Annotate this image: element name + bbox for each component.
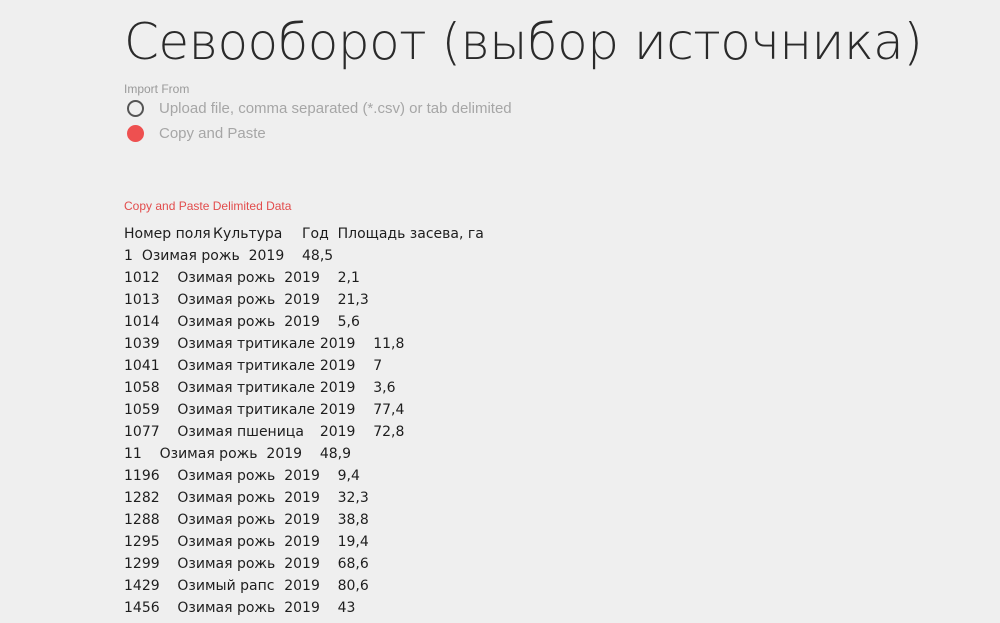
radio-option-copy-paste[interactable]: Copy and Paste xyxy=(127,125,266,142)
paste-data-line: 1295 Озимая рожь 2019 19,4 xyxy=(124,534,369,550)
paste-data-label: Copy and Paste Delimited Data xyxy=(124,199,292,213)
paste-data-line: 1429 Озимый рапс 2019 80,6 xyxy=(124,578,369,594)
radio-unchecked-icon[interactable] xyxy=(127,100,144,117)
radio-option-label: Copy and Paste xyxy=(159,125,266,142)
paste-data-line: 1013 Озимая рожь 2019 21,3 xyxy=(124,292,369,308)
paste-data-line: 1041 Озимая тритикале 2019 7 xyxy=(124,358,383,374)
paste-data-line: 1282 Озимая рожь 2019 32,3 xyxy=(124,490,369,506)
radio-option-label: Upload file, comma separated (*.csv) or … xyxy=(159,100,512,117)
paste-data-line: Номер поля Культура Год Площадь засева, … xyxy=(124,226,484,242)
paste-data-line: 1012 Озимая рожь 2019 2,1 xyxy=(124,270,360,286)
paste-data-line: 1196 Озимая рожь 2019 9,4 xyxy=(124,468,360,484)
import-from-label: Import From xyxy=(124,82,190,96)
paste-data-line: 1039 Озимая тритикале 2019 11,8 xyxy=(124,336,405,352)
paste-data-line: 1288 Озимая рожь 2019 38,8 xyxy=(124,512,369,528)
paste-data-line: 1014 Озимая рожь 2019 5,6 xyxy=(124,314,360,330)
paste-data-line: 1058 Озимая тритикале 2019 3,6 xyxy=(124,380,396,396)
paste-data-line: 1 Озимая рожь 2019 48,5 xyxy=(124,248,334,264)
radio-option-upload-file[interactable]: Upload file, comma separated (*.csv) or … xyxy=(127,100,512,117)
paste-data-line: 11 Озимая рожь 2019 48,9 xyxy=(124,446,351,462)
paste-data-line: 1077 Озимая пшеница 2019 72,8 xyxy=(124,424,405,440)
radio-checked-icon[interactable] xyxy=(127,125,144,142)
paste-data-line: 1299 Озимая рожь 2019 68,6 xyxy=(124,556,369,572)
paste-data-textarea[interactable]: Номер поля Культура Год Площадь засева, … xyxy=(124,223,974,623)
paste-data-line: 1059 Озимая тритикале 2019 77,4 xyxy=(124,402,405,418)
page: Севооборот (выбор источника) Import From… xyxy=(0,0,1000,623)
paste-data-line: 1456 Озимая рожь 2019 43 xyxy=(124,600,356,616)
page-title: Севооборот (выбор источника) xyxy=(124,13,923,71)
